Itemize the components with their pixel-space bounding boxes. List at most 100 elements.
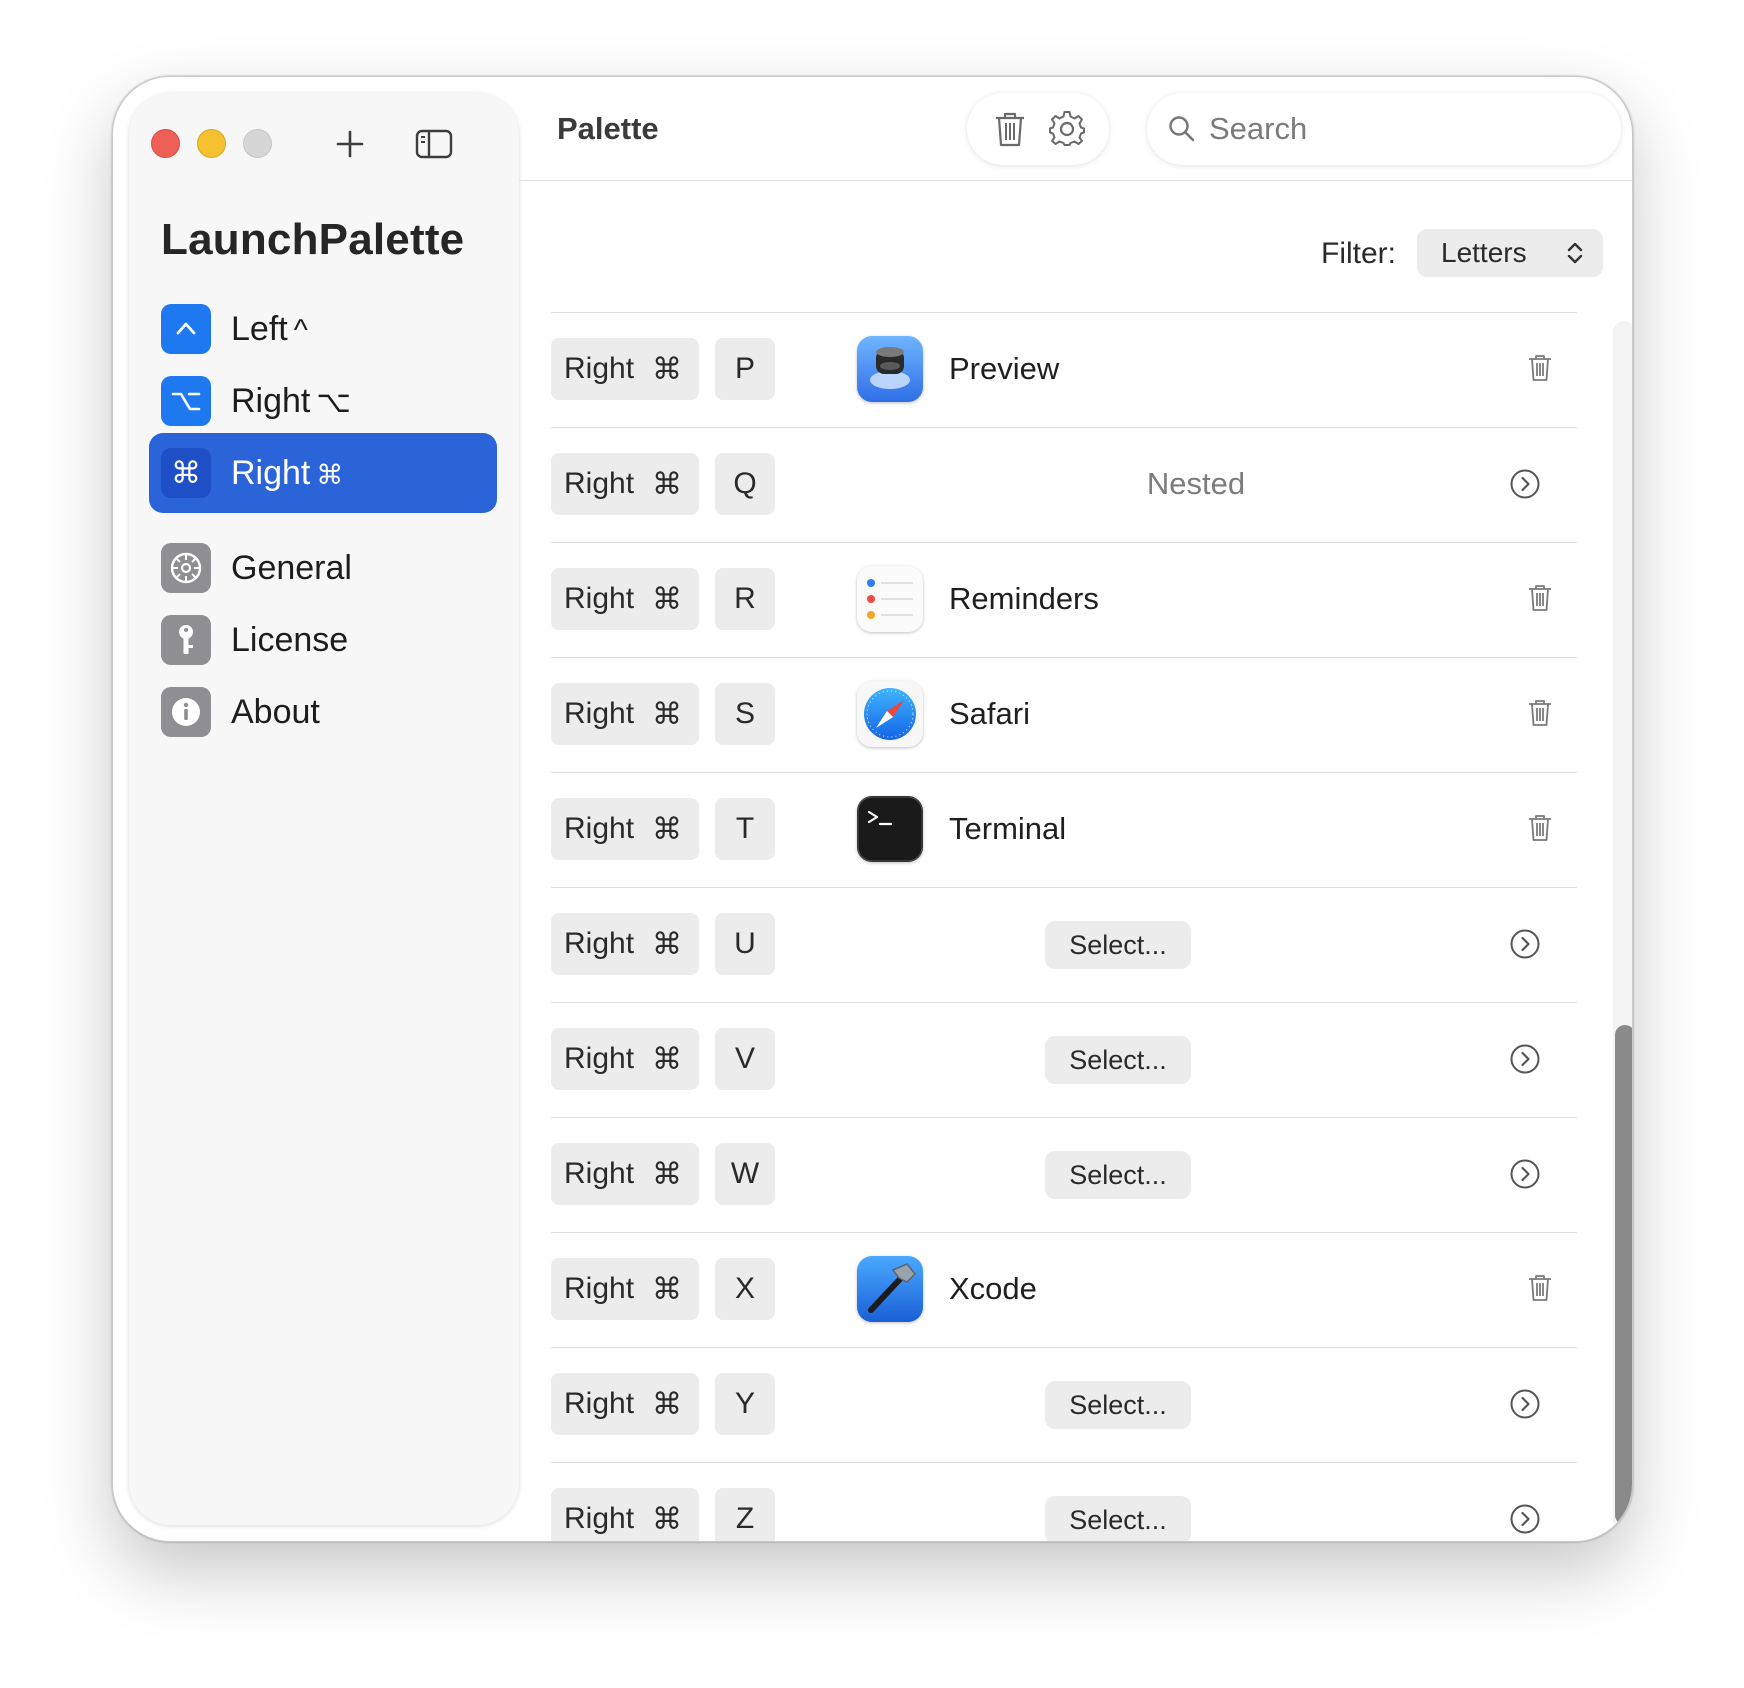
select-app-button[interactable]: Select... xyxy=(1045,1151,1191,1199)
sidebar-item-about[interactable]: About xyxy=(149,672,497,752)
filter-select[interactable]: Letters xyxy=(1417,229,1603,277)
option-glyph: ⌥ xyxy=(316,385,351,419)
letter-key[interactable]: Y xyxy=(715,1373,775,1435)
app-name: Terminal xyxy=(949,811,1067,846)
delete-row-button[interactable] xyxy=(1527,583,1553,618)
terminal-app-icon xyxy=(857,796,923,862)
nested-label: Nested xyxy=(1146,466,1246,501)
chevron-right-circle-icon xyxy=(1510,1504,1540,1534)
sidebar-item-label: Right xyxy=(231,453,311,492)
modifier-key[interactable]: Right ⌘ xyxy=(551,568,699,630)
letter-key[interactable]: Z xyxy=(715,1488,775,1541)
open-nested-button[interactable] xyxy=(1509,1043,1541,1080)
modifier-key[interactable]: Right ⌘ xyxy=(551,1373,699,1435)
minimize-button[interactable] xyxy=(197,129,226,158)
letter-key[interactable]: Q xyxy=(715,453,775,515)
table-row: Right ⌘ U Select... xyxy=(551,887,1577,1002)
chevron-right-circle-icon xyxy=(1510,929,1540,959)
table-row: Right ⌘ W Select... xyxy=(551,1117,1577,1232)
toolbar-button-group xyxy=(967,93,1109,165)
delete-row-button[interactable] xyxy=(1527,698,1553,733)
shortcut-list: Right ⌘ P Preview Right ⌘ Q Nested Right… xyxy=(551,312,1577,1541)
preview-app-icon xyxy=(857,336,923,402)
open-nested-button[interactable] xyxy=(1509,468,1541,505)
page-title: Palette xyxy=(557,111,659,146)
select-app-button[interactable]: Select... xyxy=(1045,1496,1191,1541)
sidebar-item-label: Right xyxy=(231,381,311,420)
sidebar-toggle-button[interactable] xyxy=(413,123,455,165)
letter-key[interactable]: T xyxy=(715,798,775,860)
sidebar-item-right-command[interactable]: ⌘ Right ⌘ xyxy=(149,433,497,513)
close-button[interactable] xyxy=(151,129,180,158)
select-app-button[interactable]: Select... xyxy=(1045,921,1191,969)
modifier-key[interactable]: Right ⌘ xyxy=(551,453,699,515)
sidebar: LaunchPalette Left ^ Right ⌥ ⌘ Right ⌘ G… xyxy=(129,93,519,1525)
filter-label: Filter: xyxy=(1321,237,1396,270)
table-row: Right ⌘ Q Nested xyxy=(551,427,1577,542)
select-app-button[interactable]: Select... xyxy=(1045,1381,1191,1429)
modifier-key[interactable]: Right ⌘ xyxy=(551,1488,699,1541)
key-icon xyxy=(161,615,211,665)
table-row: Right ⌘ R Reminders xyxy=(551,542,1577,657)
letter-key[interactable]: P xyxy=(715,338,775,400)
modifier-key[interactable]: Right ⌘ xyxy=(551,1143,699,1205)
letter-key[interactable]: S xyxy=(715,683,775,745)
sidebar-item-label: About xyxy=(231,692,320,731)
letter-key[interactable]: X xyxy=(715,1258,775,1320)
search-field[interactable] xyxy=(1147,93,1621,165)
filter-selected-value: Letters xyxy=(1441,237,1527,268)
open-nested-button[interactable] xyxy=(1509,1158,1541,1195)
delete-row-button[interactable] xyxy=(1527,1273,1553,1308)
letter-key[interactable]: U xyxy=(715,913,775,975)
open-nested-button[interactable] xyxy=(1509,1503,1541,1540)
control-key-icon xyxy=(161,304,211,354)
delete-row-button[interactable] xyxy=(1527,353,1553,388)
modifier-key[interactable]: Right ⌘ xyxy=(551,1258,699,1320)
select-app-button[interactable]: Select... xyxy=(1045,1036,1191,1084)
settings-button[interactable] xyxy=(1044,106,1090,152)
modifier-key[interactable]: Right ⌘ xyxy=(551,913,699,975)
zoom-button[interactable] xyxy=(243,129,272,158)
trash-icon xyxy=(1529,815,1551,841)
open-nested-button[interactable] xyxy=(1509,1388,1541,1425)
scrollbar-thumb[interactable] xyxy=(1615,1025,1632,1525)
table-row: Right ⌘ V Select... xyxy=(551,1002,1577,1117)
trash-icon xyxy=(1529,355,1551,381)
trash-icon xyxy=(995,112,1024,147)
table-row: Right ⌘ Y Select... xyxy=(551,1347,1577,1462)
app-name: Preview xyxy=(949,351,1060,386)
table-row: Right ⌘ T Terminal xyxy=(551,772,1577,887)
gear-icon xyxy=(1048,111,1085,146)
sidebar-item-left-control[interactable]: Left ^ xyxy=(149,289,497,369)
chevron-up-down-icon xyxy=(1567,242,1583,264)
sidebar-item-general[interactable]: General xyxy=(149,528,497,608)
modifier-key[interactable]: Right ⌘ xyxy=(551,683,699,745)
open-nested-button[interactable] xyxy=(1509,928,1541,965)
gear-icon xyxy=(161,543,211,593)
control-glyph: ^ xyxy=(293,313,308,347)
sidebar-item-right-option[interactable]: Right ⌥ xyxy=(149,361,497,441)
sidebar-item-label: Left xyxy=(231,309,288,348)
app-name: Xcode xyxy=(949,1271,1037,1306)
letter-key[interactable]: R xyxy=(715,568,775,630)
letter-key[interactable]: V xyxy=(715,1028,775,1090)
modifier-key[interactable]: Right ⌘ xyxy=(551,338,699,400)
chevron-right-circle-icon xyxy=(1510,469,1540,499)
sidebar-toggle-icon xyxy=(415,129,453,159)
letter-key[interactable]: W xyxy=(715,1143,775,1205)
delete-row-button[interactable] xyxy=(1527,813,1553,848)
modifier-key[interactable]: Right ⌘ xyxy=(551,1028,699,1090)
option-key-icon xyxy=(161,376,211,426)
modifier-key[interactable]: Right ⌘ xyxy=(551,798,699,860)
command-glyph: ⌘ xyxy=(316,459,344,491)
search-input[interactable] xyxy=(1209,111,1589,147)
xcode-app-icon xyxy=(857,1256,923,1322)
delete-button[interactable] xyxy=(987,106,1033,152)
info-icon xyxy=(161,687,211,737)
sidebar-item-license[interactable]: License xyxy=(149,600,497,680)
table-row: Right ⌘ X Xcode xyxy=(551,1232,1577,1347)
trash-icon xyxy=(1529,700,1551,726)
plus-icon xyxy=(336,130,364,158)
add-button[interactable] xyxy=(329,123,371,165)
sidebar-item-label: License xyxy=(231,620,349,659)
